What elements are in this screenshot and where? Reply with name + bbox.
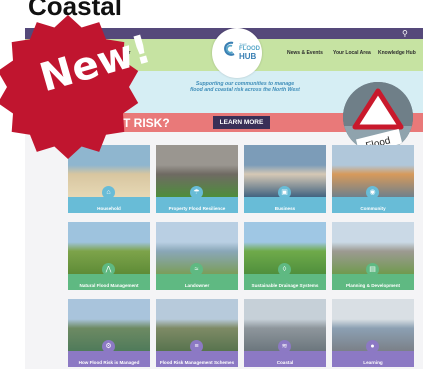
plan-icon: ▤ (366, 263, 379, 276)
tile-label: Household (97, 206, 121, 211)
tile-sustainable-drainage-systems[interactable]: ◊ Sustainable Drainage Systems (244, 222, 326, 290)
tools-icon: ⚙ (102, 340, 115, 353)
nav-item-news-events[interactable]: News & Events (287, 50, 323, 56)
tile-label: Property Flood Resilience (168, 206, 226, 211)
scheme-icon: ≡ (190, 340, 203, 353)
hero-tagline: Supporting our communities to manage flo… (190, 81, 300, 93)
tile-flood-risk-management-schemes[interactable]: ≡ Flood Risk Management Schemes (156, 299, 238, 367)
flood-sign-graphic: Flood (343, 82, 413, 152)
grass-icon: ⋀ (102, 263, 115, 276)
pin-icon: ● (366, 340, 379, 353)
tile-natural-flood-management[interactable]: ⋀ Natural Flood Management (68, 222, 150, 290)
tile-how-flood-risk-is-managed[interactable]: ⚙ How Flood Risk is Managed (68, 299, 150, 367)
waves-icon: ≋ (278, 340, 291, 353)
learn-more-button[interactable]: LEARN MORE (213, 116, 270, 129)
tile-label: Business (274, 206, 296, 211)
search-icon[interactable]: ⚲ (402, 29, 411, 38)
house-icon: ⌂ (102, 186, 115, 199)
flood-sign-image: Flood (343, 82, 413, 152)
tile-learning[interactable]: ● Learning (332, 299, 414, 367)
tile-landowner[interactable]: ≈ Landowner (156, 222, 238, 290)
tile-label: Sustainable Drainage Systems (251, 283, 319, 288)
community-icon: ◉ (366, 186, 379, 199)
tile-label: Learning (363, 360, 383, 365)
nav-item-your-local-area[interactable]: Your Local Area (333, 50, 371, 56)
tile-label: How Flood Risk is Managed (78, 360, 140, 365)
tile-community[interactable]: ◉ Community (332, 145, 414, 213)
tile-business[interactable]: ▣ Business (244, 145, 326, 213)
tile-label: Planning & Development (345, 283, 401, 288)
tile-planning-development[interactable]: ▤ Planning & Development (332, 222, 414, 290)
tile-label: Flood Risk Management Schemes (159, 360, 235, 365)
land-icon: ≈ (190, 263, 203, 276)
tile-label: Coastal (276, 360, 294, 365)
tile-coastal[interactable]: ≋ Coastal (244, 299, 326, 367)
tile-label: Natural Flood Management (79, 283, 139, 288)
umbrella-icon: ☂ (190, 186, 203, 199)
tile-label: Community (360, 206, 386, 211)
drops-icon: ◊ (278, 263, 291, 276)
nav-item-knowledge-hub[interactable]: Knowledge Hub (378, 50, 416, 56)
logo-hub: HUB (239, 52, 257, 61)
briefcase-icon: ▣ (278, 186, 291, 199)
tile-label: Landowner (184, 283, 210, 288)
wave-logo-icon (224, 41, 235, 56)
flood-hub-logo[interactable]: THE FLOOD HUB (212, 28, 262, 78)
tile-property-flood-resilience[interactable]: ☂ Property Flood Resilience (156, 145, 238, 213)
